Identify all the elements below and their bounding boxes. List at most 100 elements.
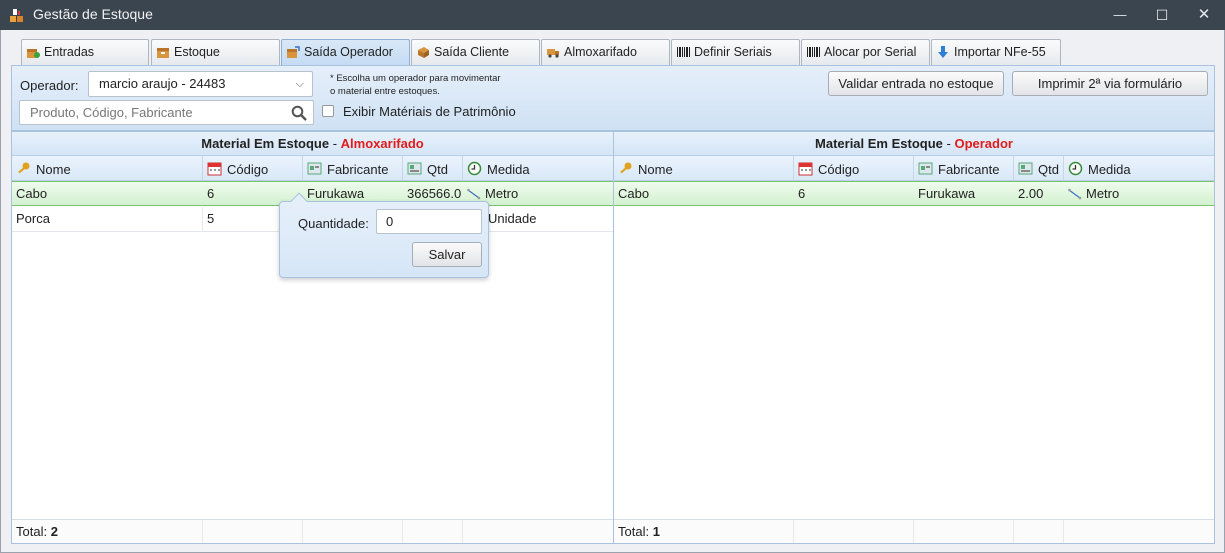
column-header-nome[interactable]: Nome	[12, 156, 203, 181]
filter-panel: Operador: marcio araujo - 24483 ⌵ * Esco…	[11, 65, 1215, 131]
quantity-popover: Quantidade: 0 Salvar	[279, 192, 489, 278]
search-icon[interactable]	[291, 105, 307, 121]
patrimonio-checkbox-label[interactable]: Exibir Matériais de Patrimônio	[343, 104, 516, 119]
column-header-label: Código	[818, 162, 860, 177]
print-form-button[interactable]: Imprimir 2ª via formulário	[1012, 71, 1208, 96]
main-window: Entradas Estoque Saída Operador Saída Cl…	[0, 30, 1225, 553]
total-value: 1	[652, 524, 660, 539]
tab-label: Estoque	[174, 45, 220, 59]
operator-hint: * Escolha um operador para movimentar o …	[330, 72, 501, 98]
tab-label: Almoxarifado	[564, 45, 637, 59]
grid-header: Nome Código Fabricante Qtd Medida	[12, 156, 613, 181]
patrimonio-checkbox[interactable]	[322, 105, 334, 117]
calendar-icon	[798, 162, 813, 176]
cell-medida-text: Metro	[1086, 186, 1120, 201]
maximize-button[interactable]: ☐	[1147, 4, 1177, 26]
download-arrow-icon	[938, 46, 948, 58]
footer-cell	[914, 520, 1014, 543]
tab-saida-operador[interactable]: Saída Operador	[281, 39, 410, 66]
grid-footer: Total: 1	[614, 519, 1214, 543]
grid-title: Material Em Estoque - Operador	[614, 132, 1214, 156]
grid-footer: Total: 2	[12, 519, 613, 543]
footer-cell	[403, 520, 463, 543]
box-icon	[157, 48, 169, 58]
column-header-label: Fabricante	[938, 162, 1000, 177]
column-header-fabricante[interactable]: Fabricante	[914, 156, 1014, 181]
cell-nome: Cabo	[618, 186, 650, 201]
cell-medida: Metro	[1064, 182, 1216, 206]
column-header-medida[interactable]: Medida	[463, 156, 615, 181]
total-count: Total: 1	[614, 520, 794, 543]
box-out-icon	[287, 46, 300, 58]
footer-cell	[203, 520, 303, 543]
truck-icon	[547, 49, 559, 58]
footer-cell	[794, 520, 914, 543]
tab-entradas[interactable]: Entradas	[21, 39, 149, 65]
grid-title-separator: -	[942, 136, 955, 151]
clock-icon	[1068, 161, 1083, 176]
total-label: Total:	[618, 524, 650, 539]
quantity-label: Quantidade:	[298, 216, 369, 231]
tab-estoque[interactable]: Estoque	[151, 39, 280, 65]
footer-cell	[303, 520, 403, 543]
column-header-label: Qtd	[427, 162, 448, 177]
counter-icon	[407, 162, 422, 175]
barcode-icon	[807, 47, 820, 57]
cell-qtd: 2.00	[1018, 186, 1044, 201]
clock-icon	[467, 161, 482, 176]
grid-title-separator: -	[329, 136, 341, 151]
grid-title: Material Em Estoque - Almoxarifado	[12, 132, 613, 156]
column-header-label: Medida	[487, 162, 530, 177]
column-header-label: Qtd	[1038, 162, 1059, 177]
quantity-input[interactable]: 0	[376, 209, 482, 234]
validate-entry-button[interactable]: Validar entrada no estoque	[828, 71, 1004, 96]
tab-almoxarifado[interactable]: Almoxarifado	[541, 39, 670, 65]
tab-label: Definir Seriais	[694, 45, 772, 59]
grid-header: Nome Código Fabricante Qtd Medida	[614, 156, 1214, 181]
close-button[interactable]: ✕	[1189, 4, 1219, 26]
operator-label: Operador:	[20, 78, 79, 93]
key-icon	[620, 162, 632, 174]
column-header-medida[interactable]: Medida	[1064, 156, 1216, 181]
column-header-label: Medida	[1088, 162, 1131, 177]
total-value: 2	[50, 524, 58, 539]
cell-medida-text: Metro	[485, 186, 519, 201]
search-input[interactable]: Produto, Código, Fabricante	[19, 100, 314, 125]
column-header-codigo[interactable]: Código	[203, 156, 303, 181]
factory-icon	[918, 162, 933, 175]
column-header-label: Nome	[638, 162, 673, 177]
tab-alocar-por-serial[interactable]: Alocar por Serial	[801, 39, 930, 65]
calendar-icon	[207, 162, 222, 176]
tab-label: Entradas	[44, 45, 95, 59]
minimize-button[interactable]: —	[1105, 4, 1135, 26]
column-header-qtd[interactable]: Qtd	[1014, 156, 1064, 181]
column-header-qtd[interactable]: Qtd	[403, 156, 463, 181]
grid-title-highlight: Operador	[954, 136, 1013, 151]
column-header-label: Código	[227, 162, 269, 177]
tab-label: Saída Operador	[304, 45, 393, 59]
chevron-down-icon: ⌵	[295, 78, 304, 90]
tab-saida-cliente[interactable]: Saída Cliente	[411, 39, 540, 65]
grid-title-highlight: Almoxarifado	[340, 136, 424, 151]
column-header-label: Nome	[36, 162, 71, 177]
almoxarifado-grid: Material Em Estoque - Almoxarifado Nome …	[11, 131, 615, 544]
column-header-fabricante[interactable]: Fabricante	[303, 156, 403, 181]
box-add-icon	[27, 49, 40, 58]
search-placeholder: Produto, Código, Fabricante	[30, 105, 193, 120]
table-row[interactable]: Cabo 6 Furukawa 2.00 Metro	[614, 181, 1214, 206]
app-icon	[10, 9, 23, 22]
hint-line-1: * Escolha um operador para movimentar	[330, 73, 501, 84]
tab-definir-seriais[interactable]: Definir Seriais	[671, 39, 800, 65]
cell-codigo: 6	[798, 186, 806, 201]
factory-icon	[307, 162, 322, 175]
column-header-nome[interactable]: Nome	[614, 156, 794, 181]
window-titlebar: Gestão de Estoque — ☐ ✕	[0, 0, 1225, 30]
grid-title-prefix: Material Em Estoque	[815, 136, 943, 151]
footer-cell	[1014, 520, 1064, 543]
operator-select[interactable]: marcio araujo - 24483 ⌵	[88, 71, 313, 97]
operador-grid: Material Em Estoque - Operador Nome Códi…	[613, 131, 1215, 544]
save-button[interactable]: Salvar	[412, 242, 482, 267]
column-header-codigo[interactable]: Código	[794, 156, 914, 181]
total-label: Total:	[16, 524, 48, 539]
tab-importar-nfe[interactable]: Importar NFe-55	[931, 39, 1061, 65]
